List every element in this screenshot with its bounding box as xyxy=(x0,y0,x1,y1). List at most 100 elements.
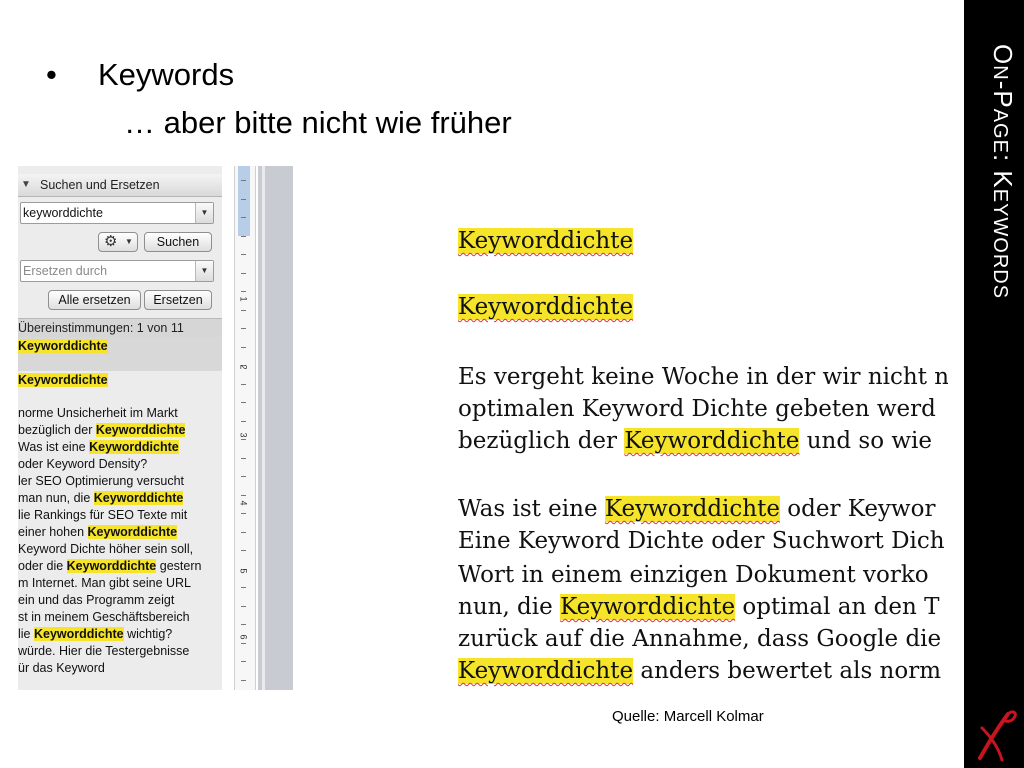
result-line: ler SEO Optimierung versucht xyxy=(18,473,222,490)
ruler-tick xyxy=(241,531,246,533)
disclosure-triangle-icon[interactable]: ▼ xyxy=(21,174,31,196)
result-line: Keyworddichte xyxy=(18,337,222,355)
search-result-item[interactable]: ler SEO Optimierung versucht man nun, die… xyxy=(18,473,222,507)
ruler-number: 5 xyxy=(238,568,249,574)
result-line: lie Rankings für SEO Texte mit xyxy=(18,507,222,524)
source-credit: Quelle: Marcell Kolmar xyxy=(612,708,764,725)
search-panel: ▼ Suchen und Ersetzen keyworddichte ▼ ⚙ … xyxy=(18,166,222,690)
highlighted-keyword: Keyworddichte xyxy=(33,627,124,641)
result-line: bezüglich der Keyworddichte xyxy=(18,422,222,439)
ruler-tick xyxy=(241,346,246,348)
text-run: Was ist eine xyxy=(18,440,90,454)
document-line: Was ist eine Keyworddichte oder Keywor xyxy=(458,496,935,522)
search-result-item[interactable]: Keyword Dichte höher sein soll, oder die … xyxy=(18,541,222,575)
ruler-tick xyxy=(241,198,246,200)
highlighted-keyword: Keyworddichte xyxy=(93,491,184,505)
ruler-tick xyxy=(241,476,246,477)
side-title: ON-PAGE: KEYWORDS xyxy=(987,44,1018,299)
ruler-tick xyxy=(241,605,246,607)
result-line: ein und das Programm zeigt xyxy=(18,592,222,609)
highlighted-keyword: Keyworddichte xyxy=(87,525,178,539)
vertical-ruler xyxy=(234,166,256,690)
text-run: oder Keywor xyxy=(779,496,936,522)
result-line: oder die Keyworddichte gestern xyxy=(18,558,222,575)
search-result-item[interactable]: Keyworddichte xyxy=(18,371,222,405)
result-line: m Internet. Man gibt seine URL xyxy=(18,575,222,592)
text-run: Wort in einem einzigen Dokument vorko xyxy=(458,562,929,588)
highlighted-keyword: Keyworddichte xyxy=(66,559,157,573)
chevron-down-icon[interactable]: ▼ xyxy=(195,261,213,281)
side-title-part: N xyxy=(989,65,1011,81)
text-run: bezüglich der xyxy=(458,428,625,454)
result-line: norme Unsicherheit im Markt xyxy=(18,405,222,422)
search-result-item[interactable]: norme Unsicherheit im Markt bezüglich der… xyxy=(18,405,222,439)
search-result-item[interactable]: st in meinem Geschäftsbereich lie Keyword… xyxy=(18,609,222,643)
text-run: bezüglich der xyxy=(18,423,96,437)
ruler-tick xyxy=(241,180,246,181)
sub-bullet-text: … aber bitte nicht wie früher xyxy=(124,105,512,140)
text-run: nun, die xyxy=(458,594,561,620)
ruler-tick xyxy=(241,624,246,625)
highlighted-keyword: Keyworddichte xyxy=(18,373,108,387)
highlighted-keyword: Keyworddichte xyxy=(458,658,634,684)
text-run: oder Keyword Density? xyxy=(18,457,148,471)
document-line: optimalen Keyword Dichte gebeten werd xyxy=(458,396,936,422)
highlighted-keyword: Keyworddichte xyxy=(560,594,736,620)
search-result-item[interactable]: m Internet. Man gibt seine URL ein und da… xyxy=(18,575,222,609)
text-run: man nun, die xyxy=(18,491,94,505)
text-run: ür das Keyword xyxy=(18,661,105,675)
ruler-tick xyxy=(241,254,246,255)
search-panel-screenshot: ▼ Suchen und Ersetzen keyworddichte ▼ ⚙ … xyxy=(18,166,293,690)
ruler-tick xyxy=(241,309,246,311)
matches-header: Übereinstimmungen: 1 von 11 xyxy=(18,318,222,338)
search-input[interactable]: keyworddichte ▼ xyxy=(20,202,214,224)
gear-icon: ⚙ xyxy=(104,233,118,250)
replace-input-placeholder: Ersetzen durch xyxy=(23,264,108,278)
text-run: oder die xyxy=(18,559,67,573)
side-title-part: -P xyxy=(988,80,1018,109)
bullet-symbol: • xyxy=(46,57,57,92)
chevron-down-icon: ▼ xyxy=(125,237,133,246)
ruler-tick xyxy=(241,679,246,681)
text-run: Was ist eine xyxy=(458,496,605,522)
text-run: Eine Keyword Dichte oder Suchwort Dich xyxy=(458,528,945,554)
result-line: ür das Keyword xyxy=(18,660,222,677)
document-line: Wort in einem einzigen Dokument vorko xyxy=(458,562,929,588)
ruler-tick xyxy=(241,328,246,329)
ruler-tick xyxy=(241,587,246,588)
search-result-item[interactable]: Keyworddichte xyxy=(18,337,222,371)
ruler-tick xyxy=(241,291,246,292)
ruler-number: 3 xyxy=(238,432,249,438)
replace-input[interactable]: Ersetzen durch ▼ xyxy=(20,260,214,282)
scroll-track[interactable] xyxy=(262,166,265,690)
text-run: Es vergeht keine Woche in der wir nicht … xyxy=(458,364,948,390)
replace-button[interactable]: Ersetzen xyxy=(144,290,212,310)
text-run: einer hohen xyxy=(18,525,88,539)
ruler-number: 1 xyxy=(238,296,249,302)
result-line: lie Keyworddichte wichtig? xyxy=(18,626,222,643)
chevron-down-icon[interactable]: ▼ xyxy=(195,203,213,223)
document-line: bezüglich der Keyworddichte und so wie xyxy=(458,428,932,454)
ruler-tick xyxy=(241,420,246,422)
result-line: würde. Hier die Testergebnisse xyxy=(18,643,222,660)
ruler-tick xyxy=(241,439,246,440)
text-run: st in meinem Geschäftsbereich xyxy=(18,610,190,624)
text-run: ein und das Programm zeigt xyxy=(18,593,175,607)
search-result-item[interactable]: lie Rankings für SEO Texte mit einer hohe… xyxy=(18,507,222,541)
ruler-tick xyxy=(241,661,246,662)
text-run: und so wie xyxy=(799,428,933,454)
ruler-tick xyxy=(241,217,246,218)
text-run: anders bewertet als norm xyxy=(633,658,942,684)
document-excerpt: Keyworddichte Keyworddichte Es vergeht kei… xyxy=(456,224,948,694)
options-button[interactable]: ⚙ ▼ xyxy=(98,232,138,252)
replace-all-button[interactable]: Alle ersetzen xyxy=(48,290,141,310)
ruler-tick xyxy=(241,494,246,496)
search-result-item[interactable]: würde. Hier die Testergebnisse ür das Key… xyxy=(18,643,222,677)
text-run: lie Rankings für SEO Texte mit xyxy=(18,508,188,522)
search-button[interactable]: Suchen xyxy=(144,232,212,252)
panel-header[interactable]: ▼ Suchen und Ersetzen xyxy=(18,174,222,197)
search-result-item[interactable]: Was ist eine Keyworddichte oder Keyword D… xyxy=(18,439,222,473)
matches-count: Übereinstimmungen: 1 von 11 xyxy=(18,321,184,335)
bullet-text: Keywords xyxy=(98,57,235,92)
side-title-part: EYWORDS xyxy=(989,188,1011,300)
